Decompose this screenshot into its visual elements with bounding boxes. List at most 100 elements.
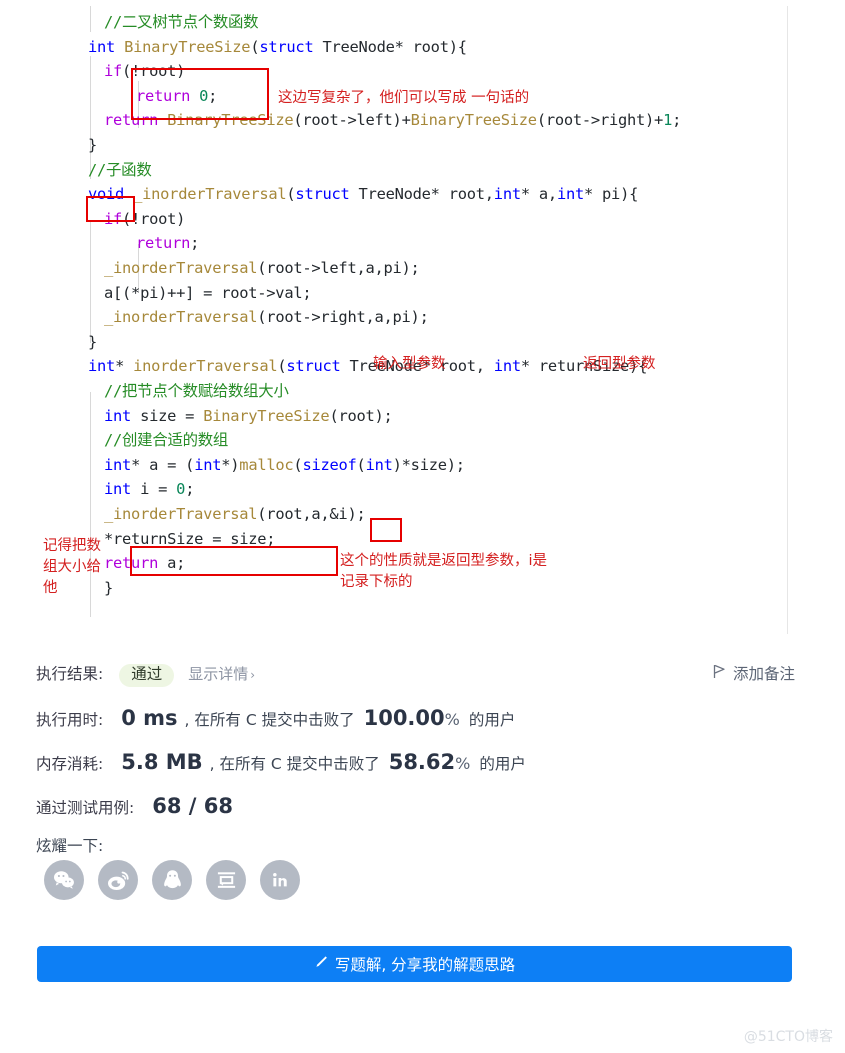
code-token: a; [158, 554, 186, 573]
code-annotation: 记得把数 组大小给 他 [43, 538, 101, 596]
code-token: BinaryTreeSize [203, 406, 330, 425]
runtime-label: 执行用时: [36, 711, 104, 729]
code-token: (!root) [122, 209, 186, 228]
code-token: * [115, 357, 134, 376]
code-token: return [136, 234, 191, 253]
code-token: size = [131, 406, 204, 425]
code-token: } [104, 578, 114, 597]
code-line: int i = 0; [88, 477, 194, 502]
weibo-icon[interactable] [98, 860, 138, 900]
flag-icon [713, 664, 726, 683]
code-token: //二叉树节点个数函数 [104, 13, 259, 31]
code-token: )*size); [392, 455, 465, 474]
code-line: //二叉树节点个数函数 [88, 10, 259, 35]
code-line: return a; [88, 551, 185, 576]
code-line: int size = BinaryTreeSize(root); [88, 404, 393, 429]
code-token: (!root) [122, 62, 186, 81]
code-annotation: 这个的性质就是返回型参数，i是 记录下标的 [340, 553, 548, 590]
watermark: @51CTO博客 [743, 1029, 833, 1045]
memory-percentile-number: 58.62 [388, 750, 456, 774]
code-line: int* inorderTraversal(struct TreeNode* r… [88, 354, 647, 379]
memory-middle-text: , 在所有 C 提交中击败了 [209, 755, 380, 773]
code-token: inorderTraversal [133, 357, 278, 376]
memory-value: 5.8 MB [121, 750, 203, 774]
code-token: (root->left)+ [293, 111, 411, 130]
code-token: int [88, 37, 116, 56]
code-token: _inorderTraversal [104, 505, 258, 523]
percent-sign: % [455, 754, 471, 773]
code-line: if(!root) [88, 59, 185, 84]
add-note-label: 添加备注 [732, 665, 795, 683]
code-block: //二叉树节点个数函数 int BinaryTreeSize(struct Tre… [43, 6, 788, 634]
code-line: _inorderTraversal(root->right,a,pi); [88, 305, 429, 330]
share-label: 炫耀一下: [36, 837, 104, 855]
code-line: } [88, 133, 97, 158]
code-token: _inorderTraversal [133, 185, 287, 204]
code-token: TreeNode* root, [349, 185, 495, 204]
code-token: return [104, 111, 159, 130]
qq-icon[interactable] [152, 860, 192, 900]
code-line: _inorderTraversal(root,a,&i); [88, 502, 366, 527]
exec-result-label: 执行结果: [36, 665, 104, 683]
code-token: } [88, 332, 98, 351]
code-token: sizeof [302, 455, 357, 474]
douban-icon[interactable] [206, 860, 246, 900]
code-token: if [104, 209, 123, 228]
code-token: ; [185, 480, 195, 499]
memory-row: 内存消耗: 5.8 MB , 在所有 C 提交中击败了 58.62% 的用户 [36, 750, 526, 774]
code-line: int* a = (int*)malloc(sizeof(int)*size); [88, 453, 465, 478]
pencil-icon [314, 955, 328, 973]
runtime-value: 0 ms [121, 706, 178, 730]
code-token: BinaryTreeSize [124, 37, 251, 56]
code-token: ; [208, 86, 218, 105]
code-token: } [88, 136, 98, 154]
code-token: _inorderTraversal [104, 259, 258, 277]
show-detail-link[interactable]: 显示详情 › [188, 663, 255, 684]
code-token: ( [250, 37, 260, 56]
code-token: int [104, 406, 132, 425]
code-token: //子函数 [88, 160, 152, 179]
code-line: return 0; [88, 84, 217, 109]
testcase-value: 68 / 68 [152, 794, 233, 818]
percent-sign: % [444, 710, 460, 729]
code-token: int [104, 480, 132, 499]
code-annotation: 这边写复杂了，他们可以写成 一句话的 [278, 90, 530, 106]
code-line: int BinaryTreeSize(struct TreeNode* root… [88, 35, 467, 60]
write-solution-button[interactable]: 写题解, 分享我的解题思路 [37, 946, 792, 982]
code-annotation: 输入型参数 [373, 356, 446, 372]
chevron-right-icon: › [250, 668, 256, 682]
runtime-percentile-number: 100.00 [363, 706, 445, 730]
code-line: void _inorderTraversal(struct TreeNode* … [88, 182, 638, 207]
testcase-label: 通过测试用例: [36, 799, 135, 817]
code-token: BinaryTreeSize [410, 111, 537, 130]
code-line: *returnSize = size; [88, 527, 276, 552]
code-token: ; [190, 234, 200, 253]
memory-percentile: 58.62% [389, 750, 471, 774]
code-token: void [88, 185, 125, 204]
code-token: i = [131, 480, 177, 499]
code-annotation: 返回型参数 [583, 356, 656, 372]
code-token: * a, [520, 185, 557, 204]
show-detail-label: 显示详情 [188, 665, 249, 683]
add-note-button[interactable]: 添加备注 [713, 662, 795, 684]
code-token: a[(*pi)++] = root->val; [104, 283, 312, 302]
code-token: TreeNode* root){ [313, 37, 467, 56]
code-token: * a = ( [131, 455, 195, 474]
testcase-row: 通过测试用例: 68 / 68 [36, 794, 233, 818]
code-token: int [493, 357, 521, 376]
code-line: if(!root) [88, 207, 185, 232]
code-token: //把节点个数赋给数组大小 [104, 382, 289, 400]
write-solution-label: 写题解, 分享我的解题思路 [334, 956, 516, 974]
linkedin-icon[interactable] [260, 860, 300, 900]
code-token: int [194, 455, 222, 474]
code-line: _inorderTraversal(root->left,a,pi); [88, 256, 420, 281]
submission-result-panel: 执行结果: 通过 显示详情 › 添加备注 执行用时: 0 ms , 在所有 C 提… [0, 636, 845, 1053]
code-token: 0 [176, 480, 186, 499]
code-token: struct [259, 37, 314, 56]
wechat-icon[interactable] [44, 860, 84, 900]
code-token: * pi){ [584, 185, 639, 204]
